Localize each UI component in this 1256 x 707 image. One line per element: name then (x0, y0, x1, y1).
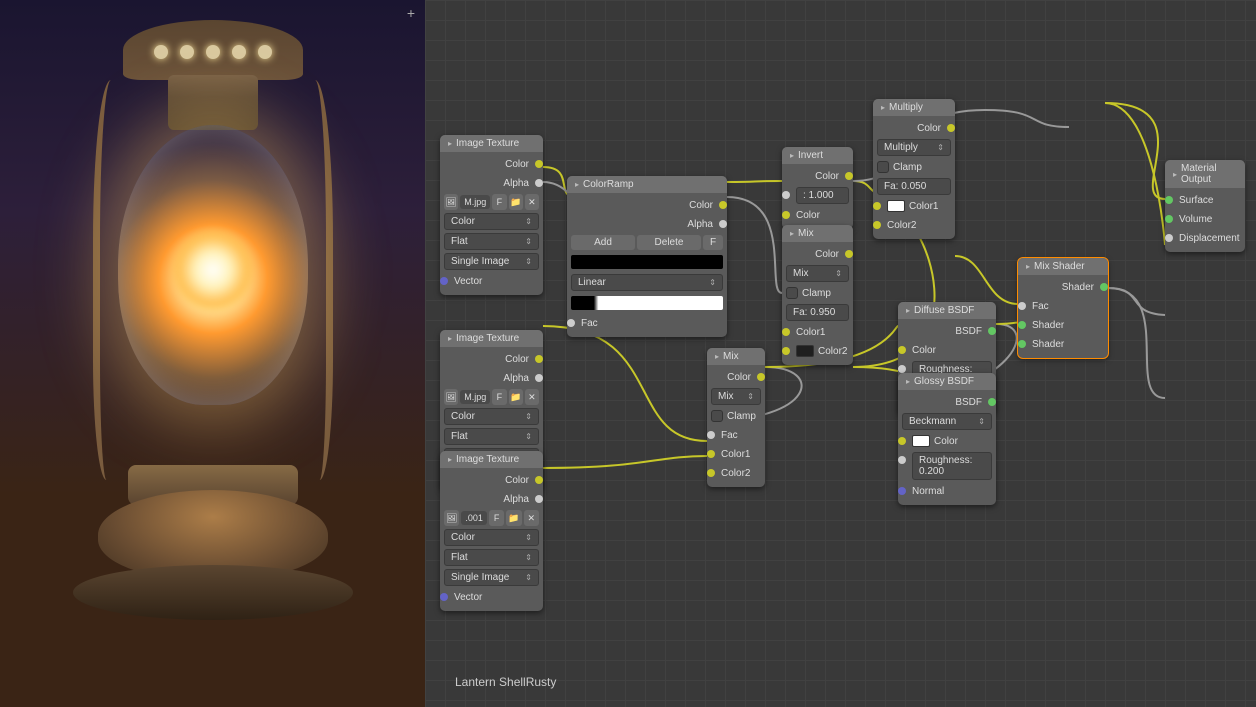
node-header[interactable]: Diffuse BSDF (898, 302, 996, 319)
node-header[interactable]: Image Texture (440, 135, 543, 152)
node-mix-2[interactable]: Mix Color Mix Clamp Fac Color1 Color2 (707, 348, 765, 487)
node-header[interactable]: Image Texture (440, 451, 543, 468)
node-header[interactable]: Mix (707, 348, 765, 365)
node-invert[interactable]: Invert Color : 1.000 Color (782, 147, 853, 229)
ramp-gradient[interactable] (571, 296, 723, 310)
node-header[interactable]: Image Texture (440, 330, 543, 347)
node-header[interactable]: Glossy BSDF (898, 373, 996, 390)
node-color-ramp[interactable]: ColorRamp Color Alpha AddDeleteF Linear … (567, 176, 727, 337)
node-glossy-bsdf[interactable]: Glossy BSDF BSDF Beckmann Color Roughnes… (898, 373, 996, 505)
projection-select[interactable]: Flat (444, 233, 539, 250)
node-header[interactable]: Invert (782, 147, 853, 164)
node-multiply[interactable]: Multiply Color Multiply Clamp Fa: 0.050 … (873, 99, 955, 239)
node-header[interactable]: Mix Shader (1018, 258, 1108, 275)
clamp-toggle[interactable]: Clamp (711, 408, 761, 424)
projection-select[interactable]: Flat (444, 428, 539, 445)
clamp-toggle[interactable]: Clamp (786, 285, 849, 301)
color-swatch[interactable] (912, 435, 930, 447)
interp-select[interactable]: Linear (571, 274, 723, 291)
ramp-gradient-top[interactable] (571, 255, 723, 269)
node-editor[interactable]: Image Texture Color Alpha 🖼M.jpgF📁✕ Colo… (425, 0, 1256, 707)
color2-swatch[interactable] (796, 345, 814, 357)
render-preview: + (0, 0, 425, 707)
projection-select[interactable]: Flat (444, 549, 539, 566)
colorspace-select[interactable]: Color (444, 213, 539, 230)
clamp-toggle[interactable]: Clamp (877, 159, 951, 175)
node-header[interactable]: ColorRamp (567, 176, 727, 193)
material-name-label: Lantern ShellRusty (455, 675, 556, 689)
source-select[interactable]: Single Image (444, 569, 539, 586)
roughness-input[interactable]: Roughness: 0.200 (912, 452, 992, 480)
node-mix-shader[interactable]: Mix Shader Shader Fac Shader Shader (1018, 258, 1108, 358)
fac-input[interactable]: : 1.000 (796, 187, 849, 204)
blend-select[interactable]: Multiply (877, 139, 951, 156)
image-selector[interactable]: 🖼M.jpgF📁✕ (444, 194, 539, 210)
node-header[interactable]: Mix (782, 225, 853, 242)
source-select[interactable]: Single Image (444, 253, 539, 270)
ramp-buttons[interactable]: AddDeleteF (571, 235, 723, 250)
colorspace-select[interactable]: Color (444, 529, 539, 546)
node-material-output[interactable]: Material Output Surface Volume Displacem… (1165, 160, 1245, 252)
distribution-select[interactable]: Beckmann (902, 413, 992, 430)
image-selector[interactable]: 🖼M.jpgF📁✕ (444, 389, 539, 405)
colorspace-select[interactable]: Color (444, 408, 539, 425)
blend-select[interactable]: Mix (786, 265, 849, 282)
node-image-texture-1[interactable]: Image Texture Color Alpha 🖼M.jpgF📁✕ Colo… (440, 135, 543, 295)
fac-slider[interactable]: Fa: 0.950 (786, 304, 849, 321)
node-header[interactable]: Multiply (873, 99, 955, 116)
color1-swatch[interactable] (887, 200, 905, 212)
node-header[interactable]: Material Output (1165, 160, 1245, 188)
lantern-render (83, 20, 343, 620)
node-image-texture-3[interactable]: Image Texture Color Alpha 🖼.001F📁✕ Color… (440, 451, 543, 611)
image-selector[interactable]: 🖼.001F📁✕ (444, 510, 539, 526)
preview-close-icon[interactable]: + (407, 5, 415, 21)
blend-select[interactable]: Mix (711, 388, 761, 405)
node-mix-1[interactable]: Mix Color Mix Clamp Fa: 0.950 Color1 Col… (782, 225, 853, 365)
fac-slider[interactable]: Fa: 0.050 (877, 178, 951, 195)
